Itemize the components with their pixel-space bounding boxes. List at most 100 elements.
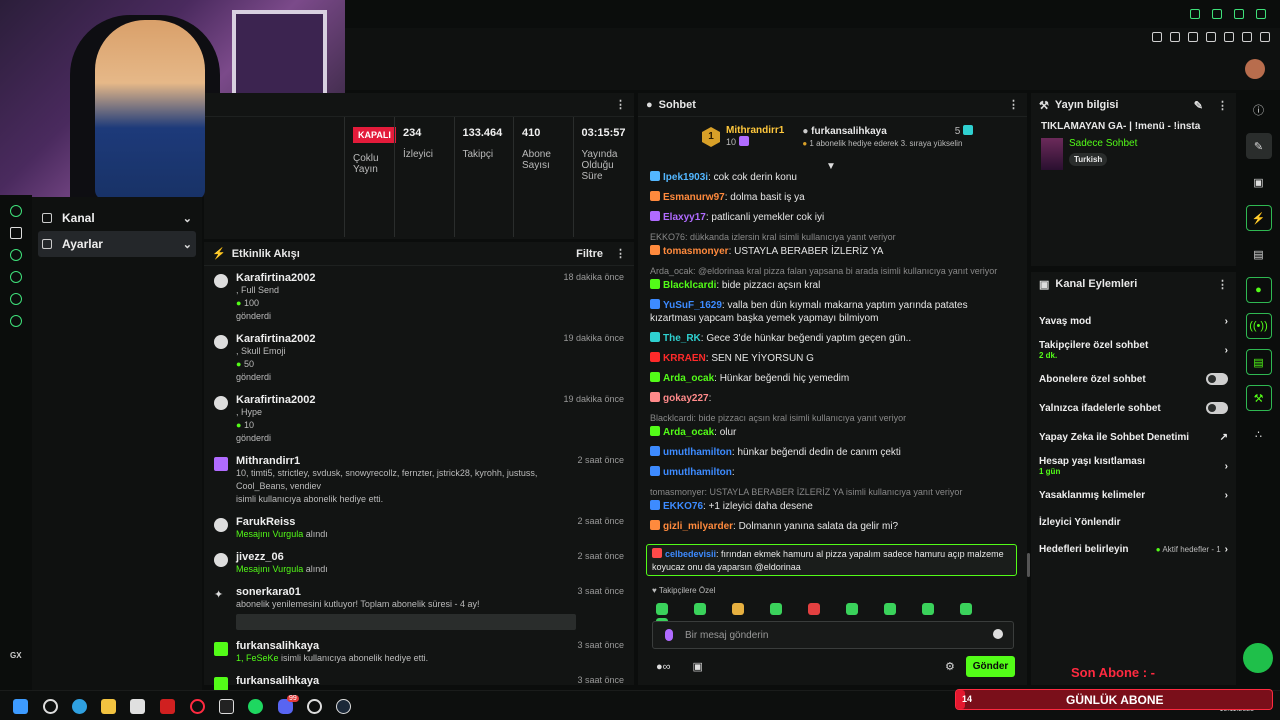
action-account-age[interactable]: Hesap yaşı kısıtlaması 1 gün › — [1031, 452, 1236, 480]
chat-settings-icon[interactable]: ⚙ — [945, 660, 955, 673]
support-icon[interactable] — [1243, 643, 1273, 673]
chat-user[interactable]: The_RK — [663, 333, 701, 344]
edge-icon[interactable] — [72, 699, 87, 714]
maximize-icon[interactable] — [1234, 9, 1244, 19]
category-link[interactable]: Sadece Sohbet — [1069, 138, 1137, 149]
x-icon[interactable] — [10, 227, 22, 239]
wrench-icon[interactable]: ⚒ — [1245, 385, 1272, 411]
avatar[interactable] — [1245, 59, 1265, 79]
edit-icon[interactable]: ✎ — [1245, 133, 1272, 159]
chat-user[interactable]: umutlhamilton — [663, 447, 732, 458]
play-icon[interactable] — [10, 249, 22, 261]
toolbar-icons[interactable] — [1144, 32, 1270, 45]
menu-icon[interactable] — [1260, 32, 1270, 42]
app-icon[interactable] — [130, 699, 145, 714]
action-slow-mode[interactable]: Yavaş mod › — [1031, 306, 1236, 336]
nav-item-ayarlar[interactable]: Ayarlar ⌄ — [38, 231, 196, 257]
chat-user[interactable]: tomasmonyer — [663, 246, 729, 257]
camera-icon[interactable]: ▣ — [1246, 169, 1272, 195]
toggle-switch[interactable] — [1206, 402, 1228, 414]
chat-user[interactable]: Arda_ocak — [663, 373, 714, 384]
spotify-icon[interactable] — [248, 699, 263, 714]
collapse-icon[interactable]: ▼ — [826, 161, 836, 172]
category-thumbnail[interactable] — [1041, 138, 1063, 170]
action-followers-only[interactable]: Takipçilere özel sohbet 2 dk. › — [1031, 336, 1236, 364]
chat-tools[interactable]: ●∞ ▣ — [656, 660, 703, 673]
emote-icon[interactable] — [922, 603, 934, 615]
emoji-icon[interactable] — [993, 629, 1003, 639]
chat-user[interactable]: celbedevisii — [665, 549, 716, 559]
app-icon[interactable] — [160, 699, 175, 714]
chat-user[interactable]: YuSuF_1629 — [663, 300, 722, 311]
action-goals[interactable]: Hedefleri belirleyin ● Aktif hedefler - 1… — [1031, 534, 1236, 564]
app-icon[interactable] — [219, 699, 234, 714]
emote-icon[interactable] — [960, 603, 972, 615]
user-icon[interactable] — [1242, 32, 1252, 42]
chat-user[interactable]: Esmanurw97 — [663, 192, 725, 203]
chat-user[interactable]: gokay227 — [663, 393, 709, 404]
info-icon[interactable]: ⓘ — [1246, 97, 1272, 123]
heart-icon[interactable] — [1224, 32, 1234, 42]
chat-scrollbar[interactable] — [1027, 553, 1030, 577]
action-banned-words[interactable]: Yasaklanmış kelimeler › — [1031, 480, 1236, 510]
chat-input[interactable]: Bir mesaj gönderin — [652, 621, 1014, 649]
chat-icon[interactable]: ● — [1245, 277, 1272, 303]
whatsapp-icon[interactable] — [10, 205, 22, 217]
chat-user[interactable]: Ipek1903i — [663, 172, 708, 183]
more-icon[interactable]: ⋮ — [615, 247, 626, 260]
more-icon[interactable]: ⋮ — [1217, 99, 1228, 112]
cube-icon[interactable] — [10, 293, 22, 305]
action-raid[interactable]: İzleyici Yönlendir — [1031, 510, 1236, 534]
action-emote-only[interactable]: Yalnızca ifadelerle sohbet — [1031, 394, 1236, 422]
play-icon[interactable] — [1206, 32, 1216, 42]
layout-icon[interactable]: ▤ — [1245, 349, 1272, 375]
store-icon[interactable]: ▣ — [693, 661, 703, 673]
opera-gx-icon[interactable] — [190, 699, 205, 714]
nav-item-kanal[interactable]: Kanal ⌄ — [32, 205, 202, 231]
chat-user[interactable]: umutlhamilton — [663, 467, 732, 478]
more-icon[interactable]: ⋮ — [1217, 278, 1228, 291]
clock-icon[interactable] — [10, 271, 22, 283]
send-button[interactable]: Gönder — [966, 656, 1015, 677]
chat-user[interactable]: EKKO76 — [663, 501, 703, 512]
minimize-icon[interactable] — [1212, 9, 1222, 19]
folder-icon[interactable] — [101, 699, 116, 714]
window-controls[interactable] — [1178, 9, 1266, 22]
chat-user[interactable]: Blacklcardi — [663, 280, 716, 291]
settings-icon[interactable] — [10, 315, 22, 327]
emote-icon[interactable] — [808, 603, 820, 615]
chat-user[interactable]: gizli_milyarder — [663, 521, 733, 532]
windows-start-icon[interactable] — [13, 699, 28, 714]
pin-icon[interactable] — [1152, 32, 1162, 42]
broadcast-icon[interactable]: ((•)) — [1245, 313, 1272, 339]
action-ai-moderation[interactable]: Yapay Zeka ile Sohbet Denetimi ↗ — [1031, 422, 1236, 452]
community-icon[interactable]: ∴ — [1246, 421, 1272, 447]
filter-button[interactable]: Filtre — [576, 248, 603, 260]
more-icon[interactable]: ⋮ — [615, 98, 626, 111]
emote-icon[interactable] — [884, 603, 896, 615]
search-icon[interactable] — [43, 699, 58, 714]
tag-badge[interactable]: Turkish — [1069, 153, 1108, 166]
emote-icon[interactable] — [846, 603, 858, 615]
toggle-switch[interactable] — [1206, 373, 1228, 385]
search-icon[interactable] — [1190, 9, 1200, 19]
document-icon[interactable]: ▤ — [1246, 241, 1272, 267]
edit-icon[interactable]: ✎ — [1194, 99, 1203, 112]
emote-icon[interactable] — [656, 603, 668, 615]
chat-user[interactable]: Elaxyy17 — [663, 212, 706, 223]
shield-icon[interactable] — [1188, 32, 1198, 42]
tab-icon[interactable] — [1170, 32, 1180, 42]
bolt-icon[interactable]: ⚡ — [1245, 205, 1272, 231]
app-icon[interactable] — [307, 699, 322, 714]
emote-icon[interactable] — [770, 603, 782, 615]
emote-icon[interactable] — [694, 603, 706, 615]
more-icon[interactable]: ⋮ — [1008, 98, 1019, 111]
mod-icon[interactable]: ●∞ — [656, 661, 671, 673]
emote-icon[interactable] — [732, 603, 744, 615]
steam-icon[interactable] — [336, 699, 351, 714]
mic-icon[interactable] — [665, 629, 673, 641]
chat-user[interactable]: Arda_ocak — [663, 427, 714, 438]
close-icon[interactable] — [1256, 9, 1266, 19]
chat-user[interactable]: KRRAEN — [663, 353, 706, 364]
action-subs-only[interactable]: Abonelere özel sohbet — [1031, 364, 1236, 394]
